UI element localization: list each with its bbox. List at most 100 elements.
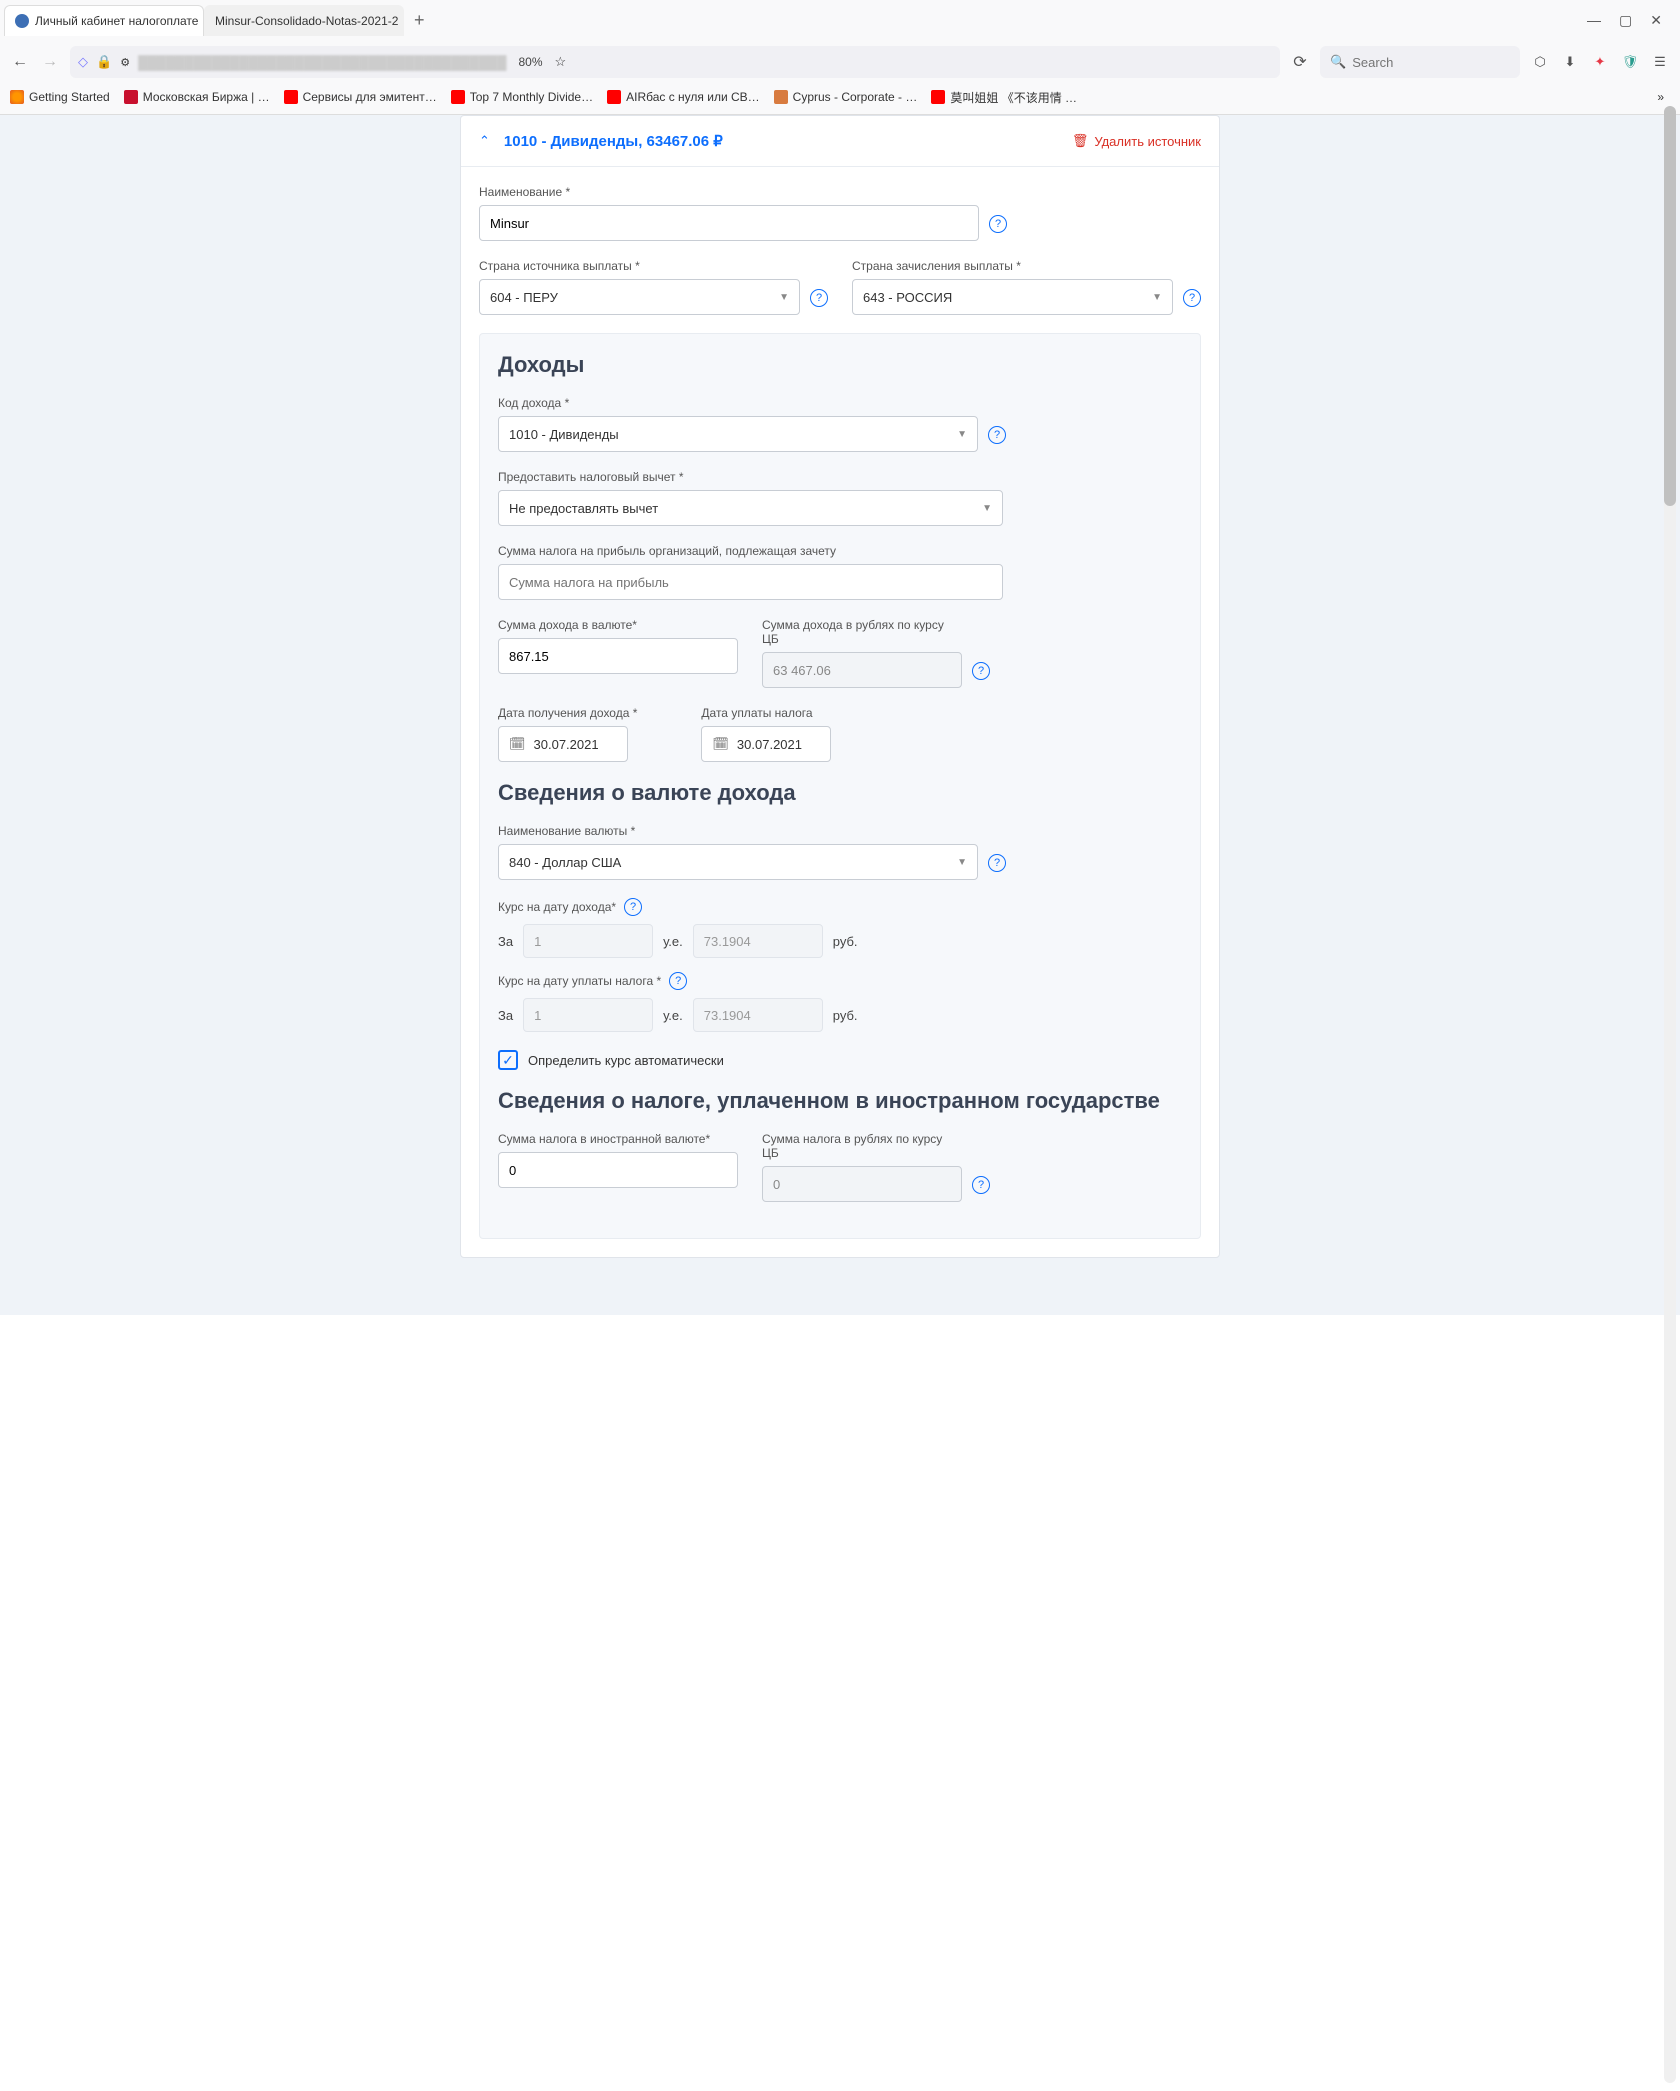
chevron-down-icon: ▼: [957, 429, 967, 440]
download-icon[interactable]: ⬇: [1560, 54, 1580, 70]
url-text: ████████████████████████████████████████: [138, 55, 506, 70]
trash-icon: 🗑: [1072, 133, 1089, 149]
search-box[interactable]: 🔍: [1320, 46, 1520, 78]
help-icon[interactable]: ?: [810, 289, 828, 307]
date-tax-label: Дата уплаты налога: [701, 706, 831, 720]
income-code-select[interactable]: 1010 - Дивиденды ▼: [498, 416, 978, 452]
lock-icon[interactable]: 🔒: [96, 54, 112, 70]
rate-per-input: 1: [523, 924, 653, 958]
currency-name-label: Наименование валюты *: [498, 824, 978, 838]
tab-active[interactable]: Личный кабинет налогоплате ×: [4, 5, 204, 36]
bookmarks-overflow[interactable]: »: [1651, 90, 1670, 104]
tab-title: Minsur-Consolidado-Notas-2021-2: [215, 14, 398, 28]
calendar-icon: 🗓: [509, 736, 526, 752]
name-input[interactable]: [479, 205, 979, 241]
panel-header: ⌃ 1010 - Дивиденды, 63467.06 ₽ 🗑 Удалить…: [461, 116, 1219, 167]
pocket-icon[interactable]: ⬡: [1530, 54, 1550, 70]
foreign-tax-fx-label: Сумма налога в иностранной валюте*: [498, 1132, 738, 1146]
back-button[interactable]: ←: [10, 53, 30, 71]
url-bar[interactable]: ◇ 🔒 ⚙ ██████████████████████████████████…: [70, 46, 1280, 78]
amount-rub-label: Сумма дохода в рублях по курсу ЦБ: [762, 618, 962, 646]
youtube-icon: [607, 90, 621, 104]
date-tax-input[interactable]: 🗓 30.07.2021: [701, 726, 831, 762]
collapse-icon[interactable]: ⌃: [479, 133, 490, 149]
youtube-icon: [284, 90, 298, 104]
minimize-icon[interactable]: —: [1587, 12, 1601, 29]
favicon-icon: [15, 14, 29, 28]
zoom-level[interactable]: 80%: [514, 53, 546, 71]
src-country-label: Страна источника выплаты *: [479, 259, 800, 273]
credit-country-select[interactable]: 643 - РОССИЯ ▼: [852, 279, 1173, 315]
auto-rate-checkbox[interactable]: ✓: [498, 1050, 518, 1070]
youtube-icon: [931, 90, 945, 104]
help-icon[interactable]: ?: [669, 972, 687, 990]
foreign-tax-heading: Сведения о налоге, уплаченном в иностран…: [498, 1088, 1182, 1114]
credit-country-label: Страна зачисления выплаты *: [852, 259, 1173, 273]
org-tax-label: Сумма налога на прибыль организаций, под…: [498, 544, 1003, 558]
chevron-down-icon: ▼: [779, 292, 789, 303]
deduction-select[interactable]: Не предоставлять вычет ▼: [498, 490, 1003, 526]
window-controls: — ▢ ✕: [1573, 12, 1676, 29]
bookmark-item[interactable]: Сервисы для эмитент…: [284, 90, 437, 104]
bookmark-item[interactable]: AIRбас с нуля или СВ…: [607, 90, 760, 104]
income-code-label: Код дохода *: [498, 396, 978, 410]
bookmark-item[interactable]: Cyprus - Corporate - …: [774, 90, 918, 104]
date-recv-input[interactable]: 🗓 30.07.2021: [498, 726, 628, 762]
help-icon[interactable]: ?: [1183, 289, 1201, 307]
name-label: Наименование *: [479, 185, 979, 199]
bookmarks-bar: Getting Started Московская Биржа | … Сер…: [0, 84, 1680, 114]
scrollbar-thumb[interactable]: [1664, 106, 1676, 506]
help-icon[interactable]: ?: [988, 854, 1006, 872]
deduction-label: Предоставить налоговый вычет *: [498, 470, 1003, 484]
star-icon[interactable]: ☆: [555, 54, 567, 70]
maximize-icon[interactable]: ▢: [1619, 12, 1632, 29]
extension-icon-2[interactable]: 🛡: [1620, 54, 1640, 70]
menu-icon[interactable]: ☰: [1650, 54, 1670, 70]
bookmark-item[interactable]: Getting Started: [10, 90, 110, 104]
scrollbar[interactable]: [1664, 106, 1676, 2083]
panel-title: 1010 - Дивиденды, 63467.06 ₽: [504, 132, 723, 150]
foreign-tax-rub-label: Сумма налога в рублях по курсу ЦБ: [762, 1132, 962, 1160]
tab-title: Личный кабинет налогоплате: [35, 14, 198, 28]
currency-heading: Сведения о валюте дохода: [498, 780, 1182, 806]
help-icon[interactable]: ?: [624, 898, 642, 916]
help-icon[interactable]: ?: [972, 662, 990, 680]
extension-icon-1[interactable]: ✦: [1590, 54, 1610, 70]
rate-tax-per-input: 1: [523, 998, 653, 1032]
permissions-icon[interactable]: ⚙: [120, 56, 130, 69]
tabs-row: Личный кабинет налогоплате × Minsur-Cons…: [4, 5, 1573, 36]
youtube-icon: [451, 90, 465, 104]
chevron-down-icon: ▼: [982, 503, 992, 514]
rate-tax-value-input: 73.1904: [693, 998, 823, 1032]
firefox-icon: [10, 90, 24, 104]
moex-icon: [124, 90, 138, 104]
new-tab-button[interactable]: +: [404, 6, 435, 35]
help-icon[interactable]: ?: [988, 426, 1006, 444]
calendar-icon: 🗓: [712, 736, 729, 752]
search-input[interactable]: [1352, 55, 1510, 70]
org-tax-input[interactable]: [498, 564, 1003, 600]
auto-rate-label: Определить курс автоматически: [528, 1053, 724, 1068]
help-icon[interactable]: ?: [989, 215, 1007, 233]
chevron-down-icon: ▼: [1152, 292, 1162, 303]
bookmark-item[interactable]: Top 7 Monthly Divide…: [451, 90, 593, 104]
amount-fx-label: Сумма дохода в валюте*: [498, 618, 738, 632]
close-window-icon[interactable]: ✕: [1650, 12, 1662, 29]
rate-income-label: Курс на дату дохода*: [498, 900, 616, 914]
src-country-select[interactable]: 604 - ПЕРУ ▼: [479, 279, 800, 315]
rate-tax-label: Курс на дату уплаты налога *: [498, 974, 661, 988]
help-icon[interactable]: ?: [972, 1176, 990, 1194]
currency-select[interactable]: 840 - Доллар США ▼: [498, 844, 978, 880]
tab-inactive[interactable]: Minsur-Consolidado-Notas-2021-2 ×: [204, 5, 404, 36]
date-recv-label: Дата получения дохода *: [498, 706, 637, 720]
foreign-tax-rub-input: [762, 1166, 962, 1202]
reload-button[interactable]: ⟳: [1290, 52, 1310, 72]
foreign-tax-fx-input[interactable]: [498, 1152, 738, 1188]
bookmark-item[interactable]: Московская Биржа | …: [124, 90, 270, 104]
rate-value-input: 73.1904: [693, 924, 823, 958]
delete-source-button[interactable]: 🗑 Удалить источник: [1072, 133, 1201, 149]
shield-icon[interactable]: ◇: [78, 54, 88, 70]
forward-button[interactable]: →: [40, 53, 60, 71]
bookmark-item[interactable]: 莫叫姐姐 《不该用情 …: [931, 89, 1077, 106]
amount-fx-input[interactable]: [498, 638, 738, 674]
